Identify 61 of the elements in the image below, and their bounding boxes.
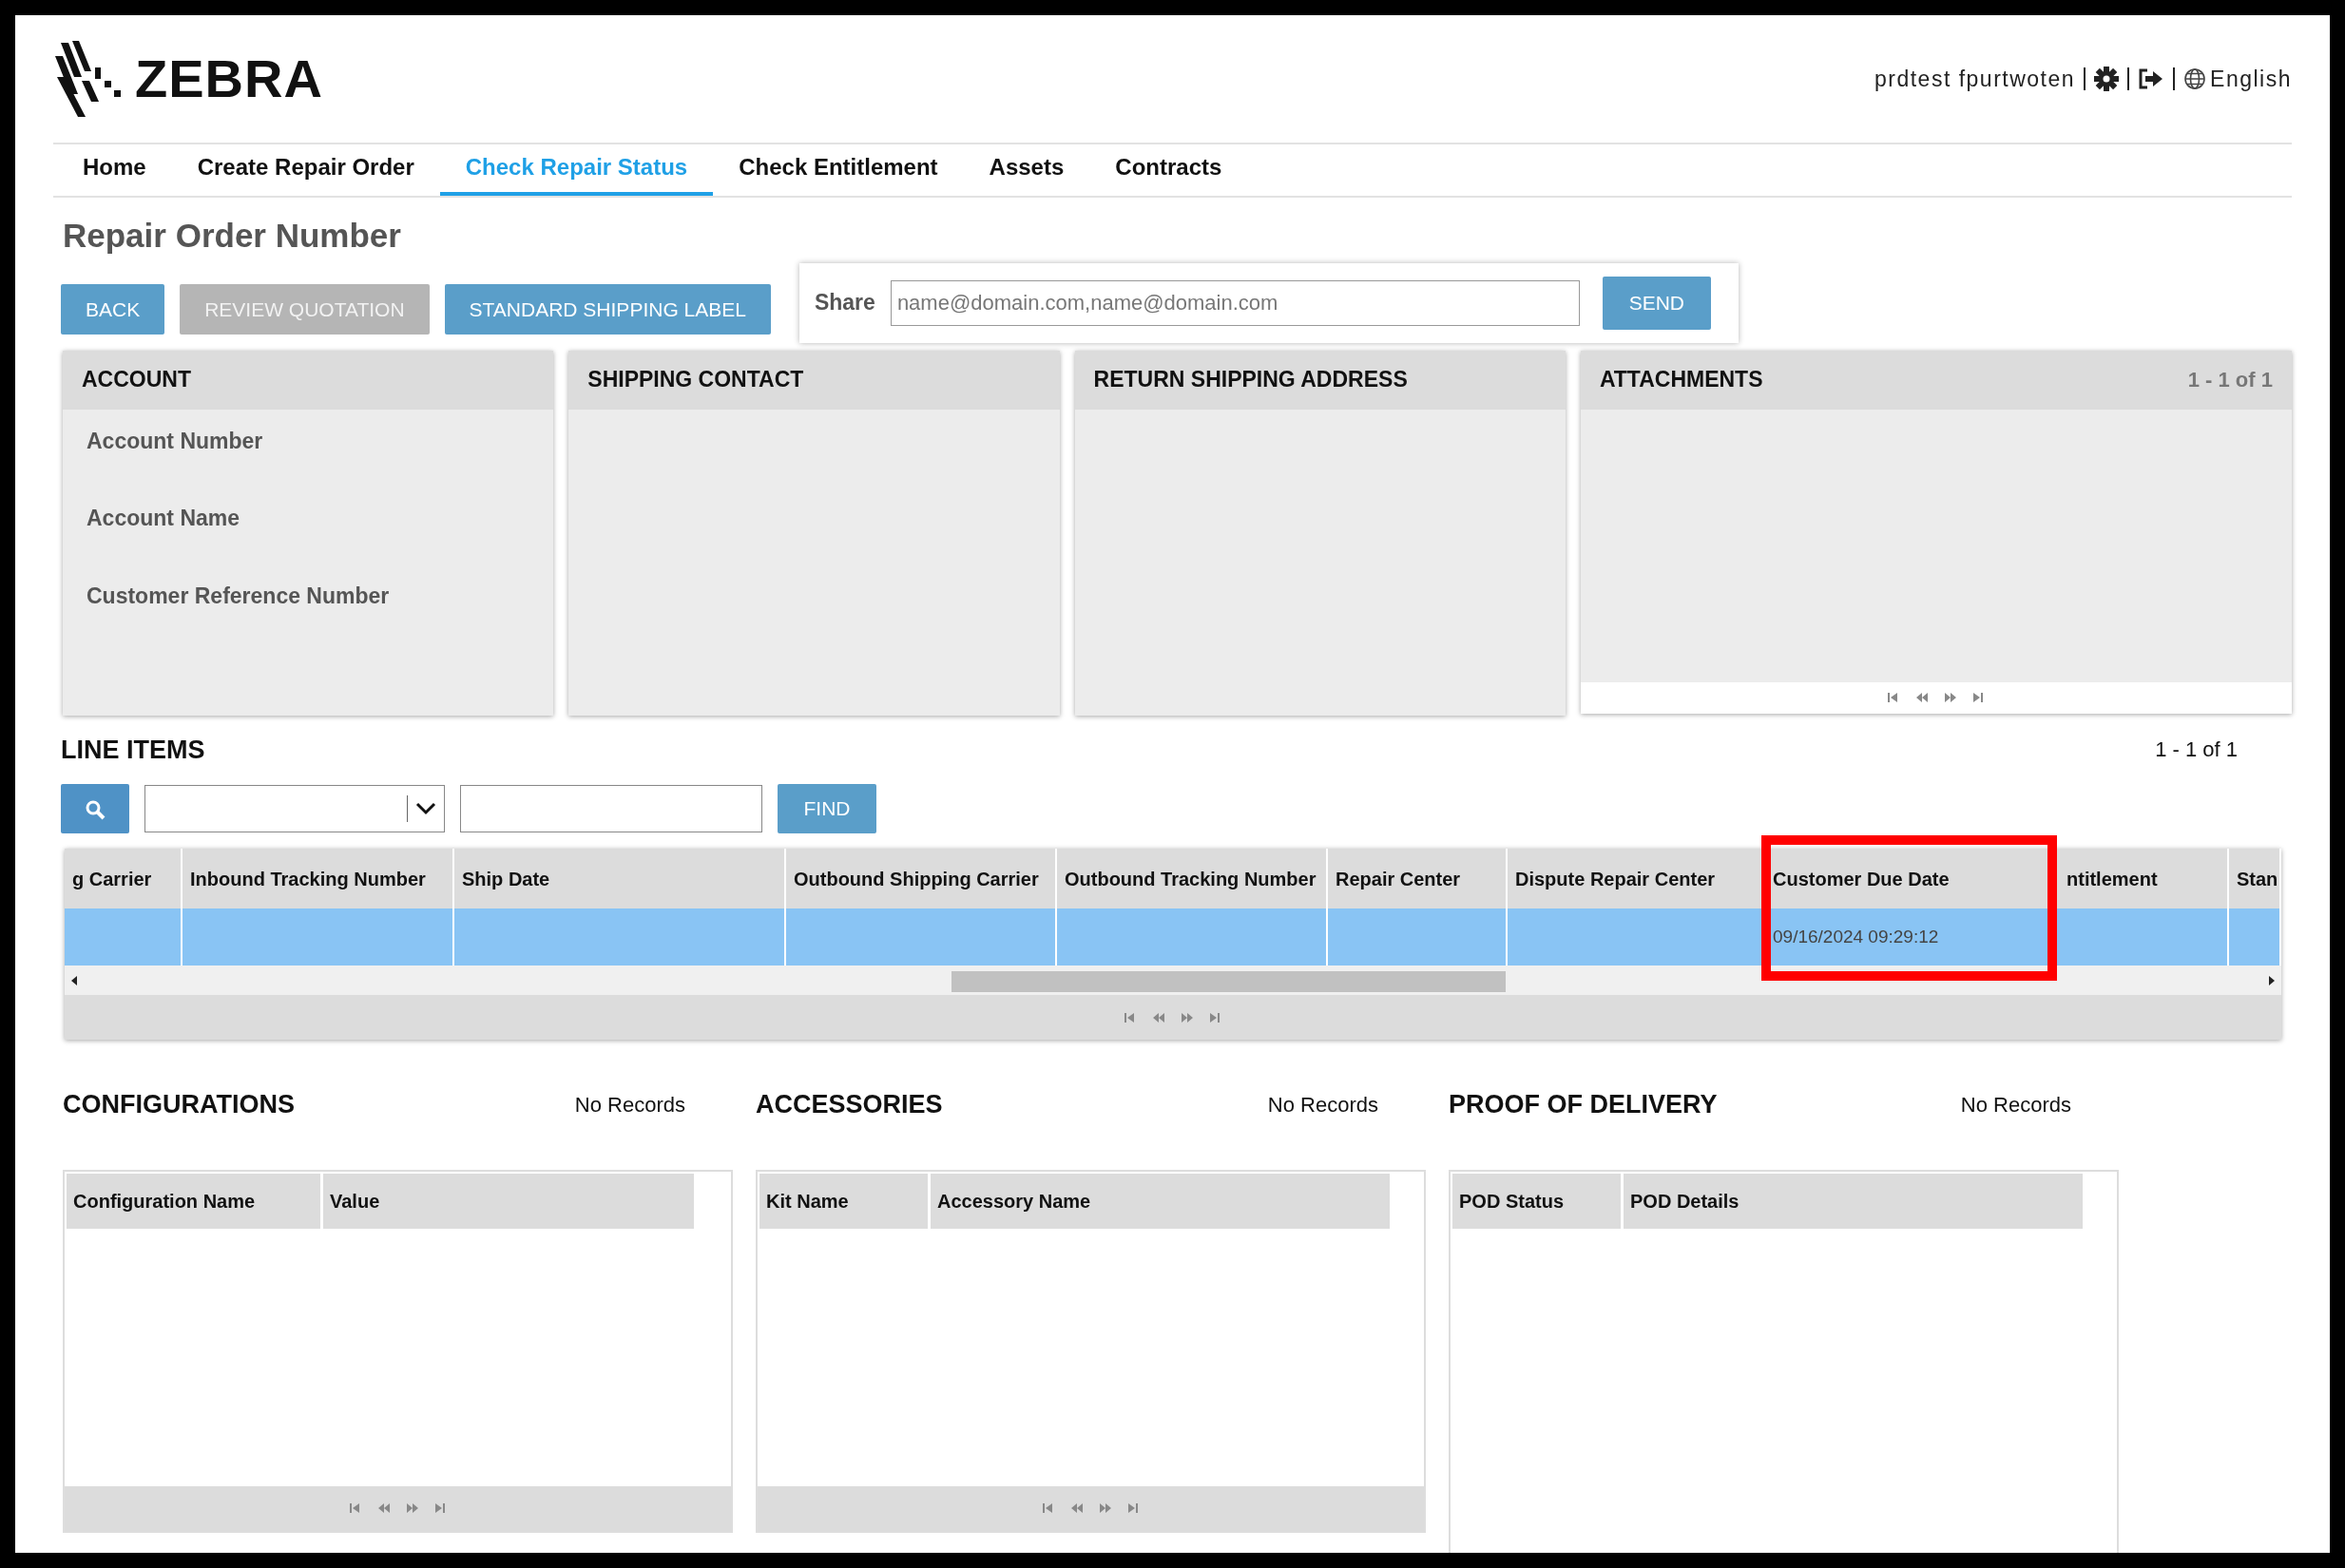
email-input-field[interactable]: name@domain.com,name@domain.com: [890, 279, 1580, 326]
panel-header: ACCOUNT: [63, 350, 554, 410]
nav-tab[interactable]: Check Entitlement: [713, 143, 964, 196]
column-header[interactable]: Kit Name: [759, 1173, 931, 1229]
record-count: 1 - 1 of 1: [2187, 367, 2273, 393]
column-dropdown[interactable]: [144, 785, 445, 832]
section-title: CONFIGURATIONS: [63, 1089, 295, 1120]
nav-tab[interactable]: Create Repair Order: [171, 143, 440, 196]
language-selector[interactable]: English: [2210, 62, 2292, 96]
pager-first-icon[interactable]: [348, 1501, 362, 1515]
pager-previous-icon[interactable]: [1152, 1010, 1165, 1024]
user-name[interactable]: prdtest fpurtwoten: [1874, 62, 2076, 96]
logo-text: ZEBRA: [135, 52, 323, 105]
pager-previous-icon[interactable]: [1069, 1501, 1084, 1515]
column-header[interactable]: Accessory Name: [931, 1173, 1393, 1229]
share-label: Share: [814, 289, 875, 317]
field-label: Account Name: [86, 505, 241, 532]
field-label: Customer Reference Number: [86, 582, 391, 610]
pager-next-icon[interactable]: [1181, 1010, 1194, 1024]
field-label: Account Number: [86, 427, 264, 455]
page-title: Repair Order Number: [63, 216, 402, 256]
pager-last-icon[interactable]: [1971, 691, 1986, 704]
search-button[interactable]: [61, 784, 129, 833]
pager-next-icon[interactable]: [1943, 691, 1957, 704]
table-row[interactable]: 09/16/2024 09:29:12: [65, 908, 2281, 966]
column-header[interactable]: Value: [323, 1173, 697, 1229]
pager-first-icon[interactable]: [1886, 691, 1900, 704]
caret-icon: [415, 802, 436, 815]
horizontal-scrollbar[interactable]: [65, 966, 2281, 995]
pager-first-icon[interactable]: [1124, 1010, 1137, 1024]
pager-last-icon[interactable]: [433, 1501, 448, 1515]
pager-last-icon[interactable]: [1209, 1010, 1222, 1024]
pager-next-icon[interactable]: [405, 1501, 419, 1515]
settings-icon[interactable]: [2094, 67, 2120, 91]
section-title: ACCESSORIES: [756, 1089, 943, 1120]
record-count: 1 - 1 of 1: [2155, 736, 2238, 764]
pager-first-icon[interactable]: [1041, 1501, 1055, 1515]
pager-last-icon[interactable]: [1126, 1501, 1141, 1515]
nav-tab[interactable]: Contracts: [1089, 143, 1248, 196]
column-header[interactable]: POD Status: [1452, 1173, 1624, 1229]
status-text: No Records: [1960, 1091, 2071, 1119]
pager-next-icon[interactable]: [1098, 1501, 1112, 1515]
section-title: LINE ITEMS: [61, 734, 205, 766]
pager-previous-icon[interactable]: [1914, 691, 1929, 704]
search-icon: [85, 798, 106, 820]
panel-header: RETURN SHIPPING ADDRESS: [1074, 350, 1566, 410]
scroll-right-icon[interactable]: [2268, 975, 2276, 985]
pager-previous-icon[interactable]: [376, 1501, 391, 1515]
scrollbar-thumb[interactable]: [951, 971, 1506, 992]
column-header[interactable]: Configuration Name: [67, 1173, 323, 1229]
section-title: PROOF OF DELIVERY: [1449, 1089, 1718, 1120]
status-text: No Records: [574, 1091, 685, 1119]
panel-header: SHIPPING CONTACT: [568, 350, 1060, 410]
status-text: No Records: [1267, 1091, 1378, 1119]
column-header[interactable]: POD Details: [1624, 1173, 2086, 1229]
scroll-left-icon[interactable]: [70, 975, 78, 985]
panel-header-title: ATTACHMENTS: [1599, 366, 1763, 394]
nav-tab[interactable]: Home: [57, 143, 172, 196]
search-input-field[interactable]: [460, 785, 762, 832]
globe-icon[interactable]: [2183, 67, 2207, 90]
nav-tab[interactable]: Assets: [963, 143, 1090, 196]
